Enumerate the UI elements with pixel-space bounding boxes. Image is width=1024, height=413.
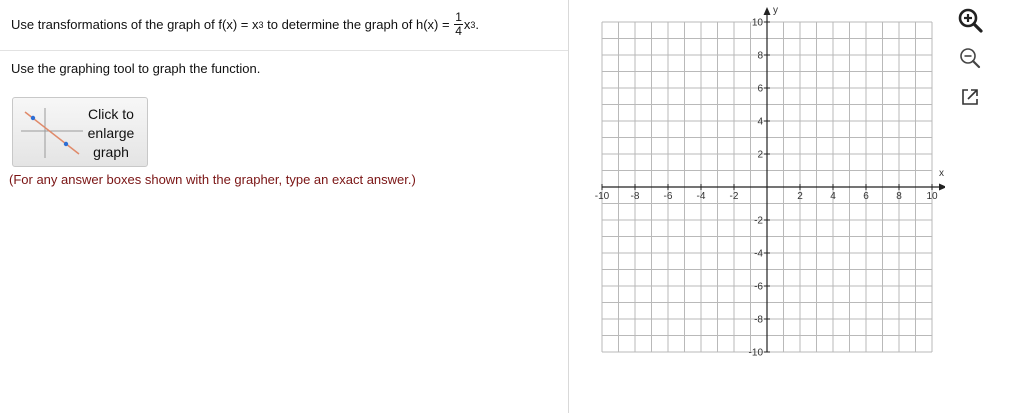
answer-hint: (For any answer boxes shown with the gra… [9,172,416,187]
enlarge-button-label: Click to enlarge graph [79,105,143,162]
x-tick-label: -8 [631,191,640,202]
x-tick-label: -6 [664,191,673,202]
x-tick-label: -4 [697,191,706,202]
zoom-in-button[interactable] [956,6,984,34]
x-tick-label: -2 [730,191,739,202]
y-tick-label: -4 [754,249,763,260]
graph-canvas[interactable]: x y -10 -8 -6 -4 -2 2 4 6 8 10 10 8 6 4 2 -2 -4 -6 -8 -10 [585,0,945,370]
x-tick-label: 10 [926,191,938,202]
x-tick-label: 4 [830,191,836,202]
y-axis-label: y [773,5,778,16]
enlarge-graph-button[interactable]: Click to enlarge graph [12,97,148,167]
fraction-numerator: 1 [454,10,463,25]
zoom-out-button[interactable] [956,44,984,72]
tick-labels: x y -10 -8 -6 -4 -2 2 4 6 8 10 10 8 6 4 2 -2 -4 -6 -8 -10 [595,5,944,359]
question-panel: Use transformations of the graph of f(x)… [0,0,569,413]
x-axis-arrow [939,183,945,191]
x-tick-label: -10 [595,191,610,202]
coefficient-fraction: 14 [454,11,463,38]
zoom-in-icon [958,8,983,33]
fraction-denominator: 4 [455,24,462,38]
zoom-out-icon [960,48,981,69]
divider [0,50,568,51]
question-middle: to determine the graph of h(x) = [263,17,454,32]
y-axis-arrow [763,7,771,15]
x-tick-label: 2 [797,191,803,202]
axes [602,7,945,352]
enlarge-label-line3: graph [93,144,129,160]
y-tick-label: 4 [757,117,763,128]
y-tick-label: -10 [749,348,764,359]
x-tick-label: 8 [896,191,902,202]
y-tick-label: -2 [754,216,763,227]
graph-toolbar [952,4,988,114]
y-tick-label: 8 [757,51,763,62]
x-axis-label: x [939,168,944,179]
question-end: . [475,17,480,32]
y-tick-label: 10 [752,18,764,29]
y-tick-label: -6 [754,282,763,293]
enlarge-label-line2: enlarge [87,125,135,141]
question-text: Use transformations of the graph of f(x)… [11,10,480,38]
graph-thumbnail-icon [21,108,83,158]
x-tick-label: 6 [863,191,869,202]
enlarge-label-line1: Click to [88,106,134,122]
open-external-icon [962,89,978,105]
instruction-text: Use the graphing tool to graph the funct… [11,61,261,76]
open-external-button[interactable] [956,83,984,111]
y-tick-label: 2 [757,150,763,161]
y-tick-label: 6 [757,84,763,95]
question-prefix: Use transformations of the graph of f(x)… [11,17,259,32]
y-tick-label: -8 [754,315,763,326]
